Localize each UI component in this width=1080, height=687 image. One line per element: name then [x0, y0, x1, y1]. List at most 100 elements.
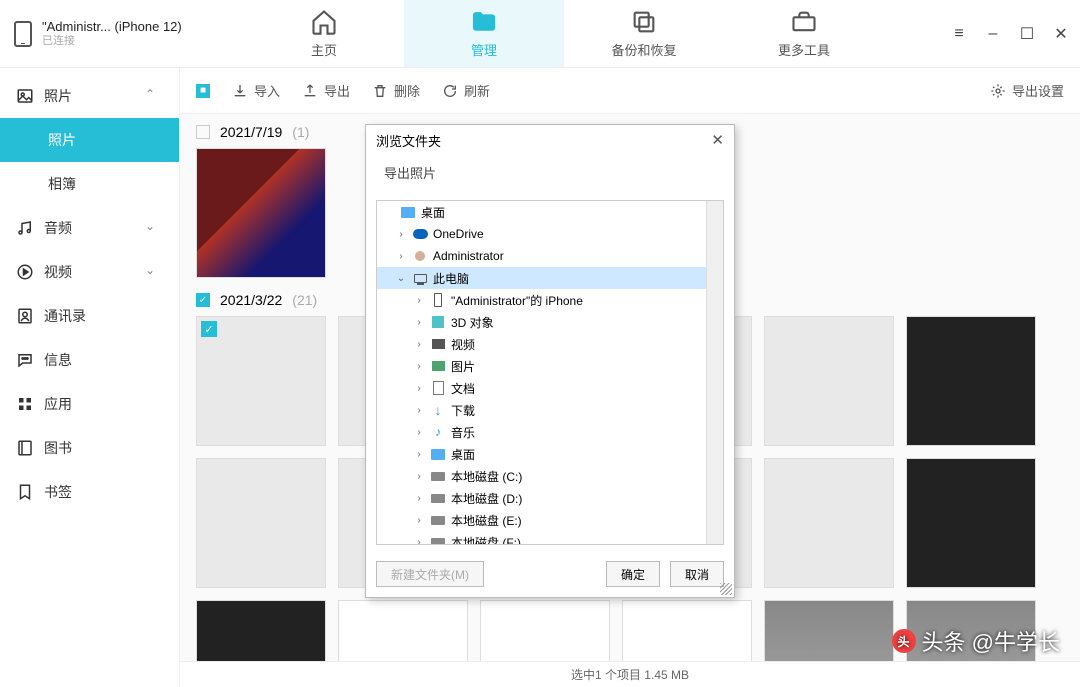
nav-home-label: 主页	[311, 40, 337, 59]
sidebar-photos-head[interactable]: 照片 ⌃	[0, 74, 179, 118]
device-info[interactable]: "Administr... (iPhone 12) 已连接	[14, 19, 244, 48]
new-folder-button[interactable]: 新建文件夹(M)	[376, 561, 484, 587]
photo-thumbnail[interactable]	[906, 316, 1036, 446]
tree-item-onedrive[interactable]: ›OneDrive	[377, 223, 723, 245]
dialog-title: 浏览文件夹	[376, 131, 441, 150]
sidebar-bookmarks-label: 书签	[44, 482, 72, 502]
close-button[interactable]: ✕	[1052, 25, 1070, 43]
photo-thumbnail[interactable]	[196, 600, 326, 661]
delete-button[interactable]: 删除	[372, 81, 420, 100]
maximize-button[interactable]: ☐	[1018, 25, 1036, 43]
tree-item-desk2[interactable]: ›桌面	[377, 443, 723, 465]
dialog-titlebar[interactable]: 浏览文件夹 ✕	[366, 125, 734, 155]
sidebar-albums[interactable]: 相簿	[0, 162, 179, 206]
tree-item-videos[interactable]: ›视频	[377, 333, 723, 355]
photo-thumbnail[interactable]	[764, 458, 894, 588]
chevron-down-icon: ⌄	[145, 219, 163, 237]
group-date: 2021/3/22	[220, 292, 282, 308]
thumb-checkbox[interactable]: ✓	[201, 321, 217, 337]
tree-item-diskd[interactable]: ›本地磁盘 (D:)	[377, 487, 723, 509]
photo-thumbnail[interactable]	[906, 458, 1036, 588]
export-button[interactable]: 导出	[302, 81, 350, 100]
photo-thumbnail[interactable]	[764, 316, 894, 446]
photo-thumbnail[interactable]	[196, 458, 326, 588]
tree-item-music[interactable]: ›♪音乐	[377, 421, 723, 443]
sidebar-books[interactable]: 图书	[0, 426, 179, 470]
import-icon	[232, 83, 248, 99]
tree-label: 音乐	[451, 424, 475, 441]
tree-item-desktop[interactable]: 桌面	[377, 201, 723, 223]
sidebar-video[interactable]: 视频⌄	[0, 250, 179, 294]
tree-item-admin[interactable]: ›Administrator	[377, 245, 723, 267]
tree-label: 本地磁盘 (D:)	[451, 490, 522, 507]
tree-item-diske[interactable]: ›本地磁盘 (E:)	[377, 509, 723, 531]
dialog-close-button[interactable]: ✕	[711, 131, 724, 149]
bookmark-icon	[16, 483, 34, 501]
minimize-button[interactable]: –	[984, 25, 1002, 43]
gear-icon	[990, 83, 1006, 99]
nav-manage-label: 管理	[471, 40, 497, 59]
tree-label: 图片	[451, 358, 475, 375]
home-icon	[310, 8, 338, 36]
tree-label: OneDrive	[433, 227, 484, 241]
image-icon	[16, 87, 34, 105]
sidebar-contacts[interactable]: 通讯录	[0, 294, 179, 338]
sidebar-books-label: 图书	[44, 438, 72, 458]
tree-item-3d[interactable]: ›3D 对象	[377, 311, 723, 333]
refresh-button[interactable]: 刷新	[442, 81, 490, 100]
sidebar-apps[interactable]: 应用	[0, 382, 179, 426]
photo-thumbnail[interactable]: ✓	[196, 316, 326, 446]
ok-button[interactable]: 确定	[606, 561, 660, 587]
select-all-checkbox[interactable]: ■	[196, 84, 210, 98]
tree-label: 视频	[451, 336, 475, 353]
backup-icon	[630, 8, 658, 36]
sidebar-audio[interactable]: 音频⌄	[0, 206, 179, 250]
group-checkbox[interactable]	[196, 125, 210, 139]
message-icon	[16, 351, 34, 369]
tree-item-pictures[interactable]: ›图片	[377, 355, 723, 377]
tree-item-downloads[interactable]: ›↓下载	[377, 399, 723, 421]
tree-label: 本地磁盘 (C:)	[451, 468, 522, 485]
nav-manage[interactable]: 管理	[404, 0, 564, 67]
tree-label: 本地磁盘 (E:)	[451, 512, 522, 529]
download-icon: ↓	[430, 402, 446, 418]
folder-tree[interactable]: 桌面 ›OneDrive ›Administrator ⌄此电脑 ›"Admin…	[376, 200, 724, 545]
nav-tools[interactable]: 更多工具	[724, 0, 884, 67]
tree-item-diskc[interactable]: ›本地磁盘 (C:)	[377, 465, 723, 487]
photo-thumbnail[interactable]	[622, 600, 752, 661]
toolbar: ■ 导入 导出 删除 刷新	[180, 68, 1080, 114]
sidebar-bookmarks[interactable]: 书签	[0, 470, 179, 514]
nav-backup[interactable]: 备份和恢复	[564, 0, 724, 67]
photo-thumbnail[interactable]	[196, 148, 326, 278]
photo-thumbnail[interactable]	[480, 600, 610, 661]
sidebar-messages[interactable]: 信息	[0, 338, 179, 382]
export-settings-button[interactable]: 导出设置	[990, 81, 1064, 100]
sidebar-video-label: 视频	[44, 262, 72, 282]
device-name: "Administr... (iPhone 12)	[42, 19, 182, 35]
trash-icon	[372, 83, 388, 99]
sidebar-photos[interactable]: 照片	[0, 118, 179, 162]
refresh-label: 刷新	[464, 81, 490, 100]
cancel-button[interactable]: 取消	[670, 561, 724, 587]
photo-thumbnail[interactable]	[764, 600, 894, 661]
tree-item-diskf[interactable]: ›本地磁盘 (F:)	[377, 531, 723, 545]
photo-thumbnail[interactable]	[338, 600, 468, 661]
tree-item-docs[interactable]: ›文档	[377, 377, 723, 399]
nav-home[interactable]: 主页	[244, 0, 404, 67]
tree-item-iphone[interactable]: ›"Administrator"的 iPhone	[377, 289, 723, 311]
titlebar: "Administr... (iPhone 12) 已连接 主页 管理 备份和恢…	[0, 0, 1080, 68]
tree-label: 桌面	[451, 446, 475, 463]
resize-handle[interactable]	[720, 583, 732, 595]
dialog-subtitle: 导出照片	[366, 155, 734, 194]
watermark-text: 头条 @牛学长	[922, 625, 1060, 657]
tree-item-thispc[interactable]: ⌄此电脑	[377, 267, 723, 289]
toolbox-icon	[790, 8, 818, 36]
window-controls: ≡ – ☐ ✕	[950, 25, 1070, 43]
export-settings-label: 导出设置	[1012, 81, 1064, 100]
menu-icon[interactable]: ≡	[950, 25, 968, 43]
apps-icon	[16, 395, 34, 413]
book-icon	[16, 439, 34, 457]
import-button[interactable]: 导入	[232, 81, 280, 100]
group-checkbox[interactable]: ✓	[196, 293, 210, 307]
import-label: 导入	[254, 81, 280, 100]
